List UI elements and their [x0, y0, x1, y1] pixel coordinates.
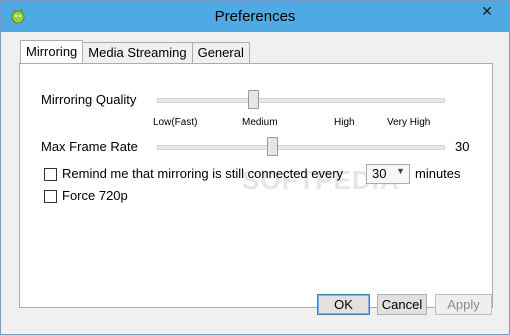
frame-rate-slider-thumb[interactable] [267, 137, 278, 156]
quality-slider-track[interactable] [157, 98, 445, 103]
quality-tick-low: Low(Fast) [153, 117, 198, 128]
preferences-window: Preferences ✕ Mirroring Media Streaming … [0, 0, 510, 335]
tab-media-streaming[interactable]: Media Streaming [82, 42, 193, 63]
force-720p-label[interactable]: Force 720p [62, 188, 128, 203]
remind-checkbox[interactable] [44, 168, 57, 181]
dialog-body: Mirroring Media Streaming General SOFTPE… [1, 32, 509, 334]
quality-tick-medium: Medium [242, 117, 278, 128]
quality-tick-high: High [334, 117, 355, 128]
quality-slider-thumb[interactable] [248, 90, 259, 109]
remind-unit-label: minutes [415, 166, 461, 181]
close-button[interactable]: ✕ [472, 1, 502, 21]
remind-label[interactable]: Remind me that mirroring is still connec… [62, 166, 343, 181]
remind-interval-value: 30 [372, 166, 387, 181]
mirroring-quality-label: Mirroring Quality [41, 92, 137, 107]
ok-button[interactable]: OK [317, 294, 370, 315]
tab-strip: Mirroring Media Streaming General [20, 40, 250, 64]
tab-mirroring[interactable]: Mirroring [20, 40, 84, 63]
mirroring-panel: SOFTPEDIA Mirroring Quality Low(Fast) Me… [19, 63, 493, 308]
remind-interval-select[interactable]: 30 ▼ [366, 164, 410, 184]
title-bar[interactable]: Preferences ✕ [1, 1, 509, 32]
apply-button[interactable]: Apply [435, 294, 492, 315]
force-720p-checkbox[interactable] [44, 190, 57, 203]
quality-tick-very-high: Very High [387, 117, 431, 128]
close-icon: ✕ [481, 2, 493, 19]
frame-rate-slider-track[interactable] [157, 145, 445, 150]
max-frame-rate-label: Max Frame Rate [41, 139, 138, 154]
tab-general[interactable]: General [191, 42, 250, 63]
window-title: Preferences [214, 8, 296, 25]
frame-rate-value: 30 [455, 139, 470, 154]
chevron-down-icon: ▼ [396, 166, 405, 176]
cancel-button[interactable]: Cancel [377, 294, 427, 315]
